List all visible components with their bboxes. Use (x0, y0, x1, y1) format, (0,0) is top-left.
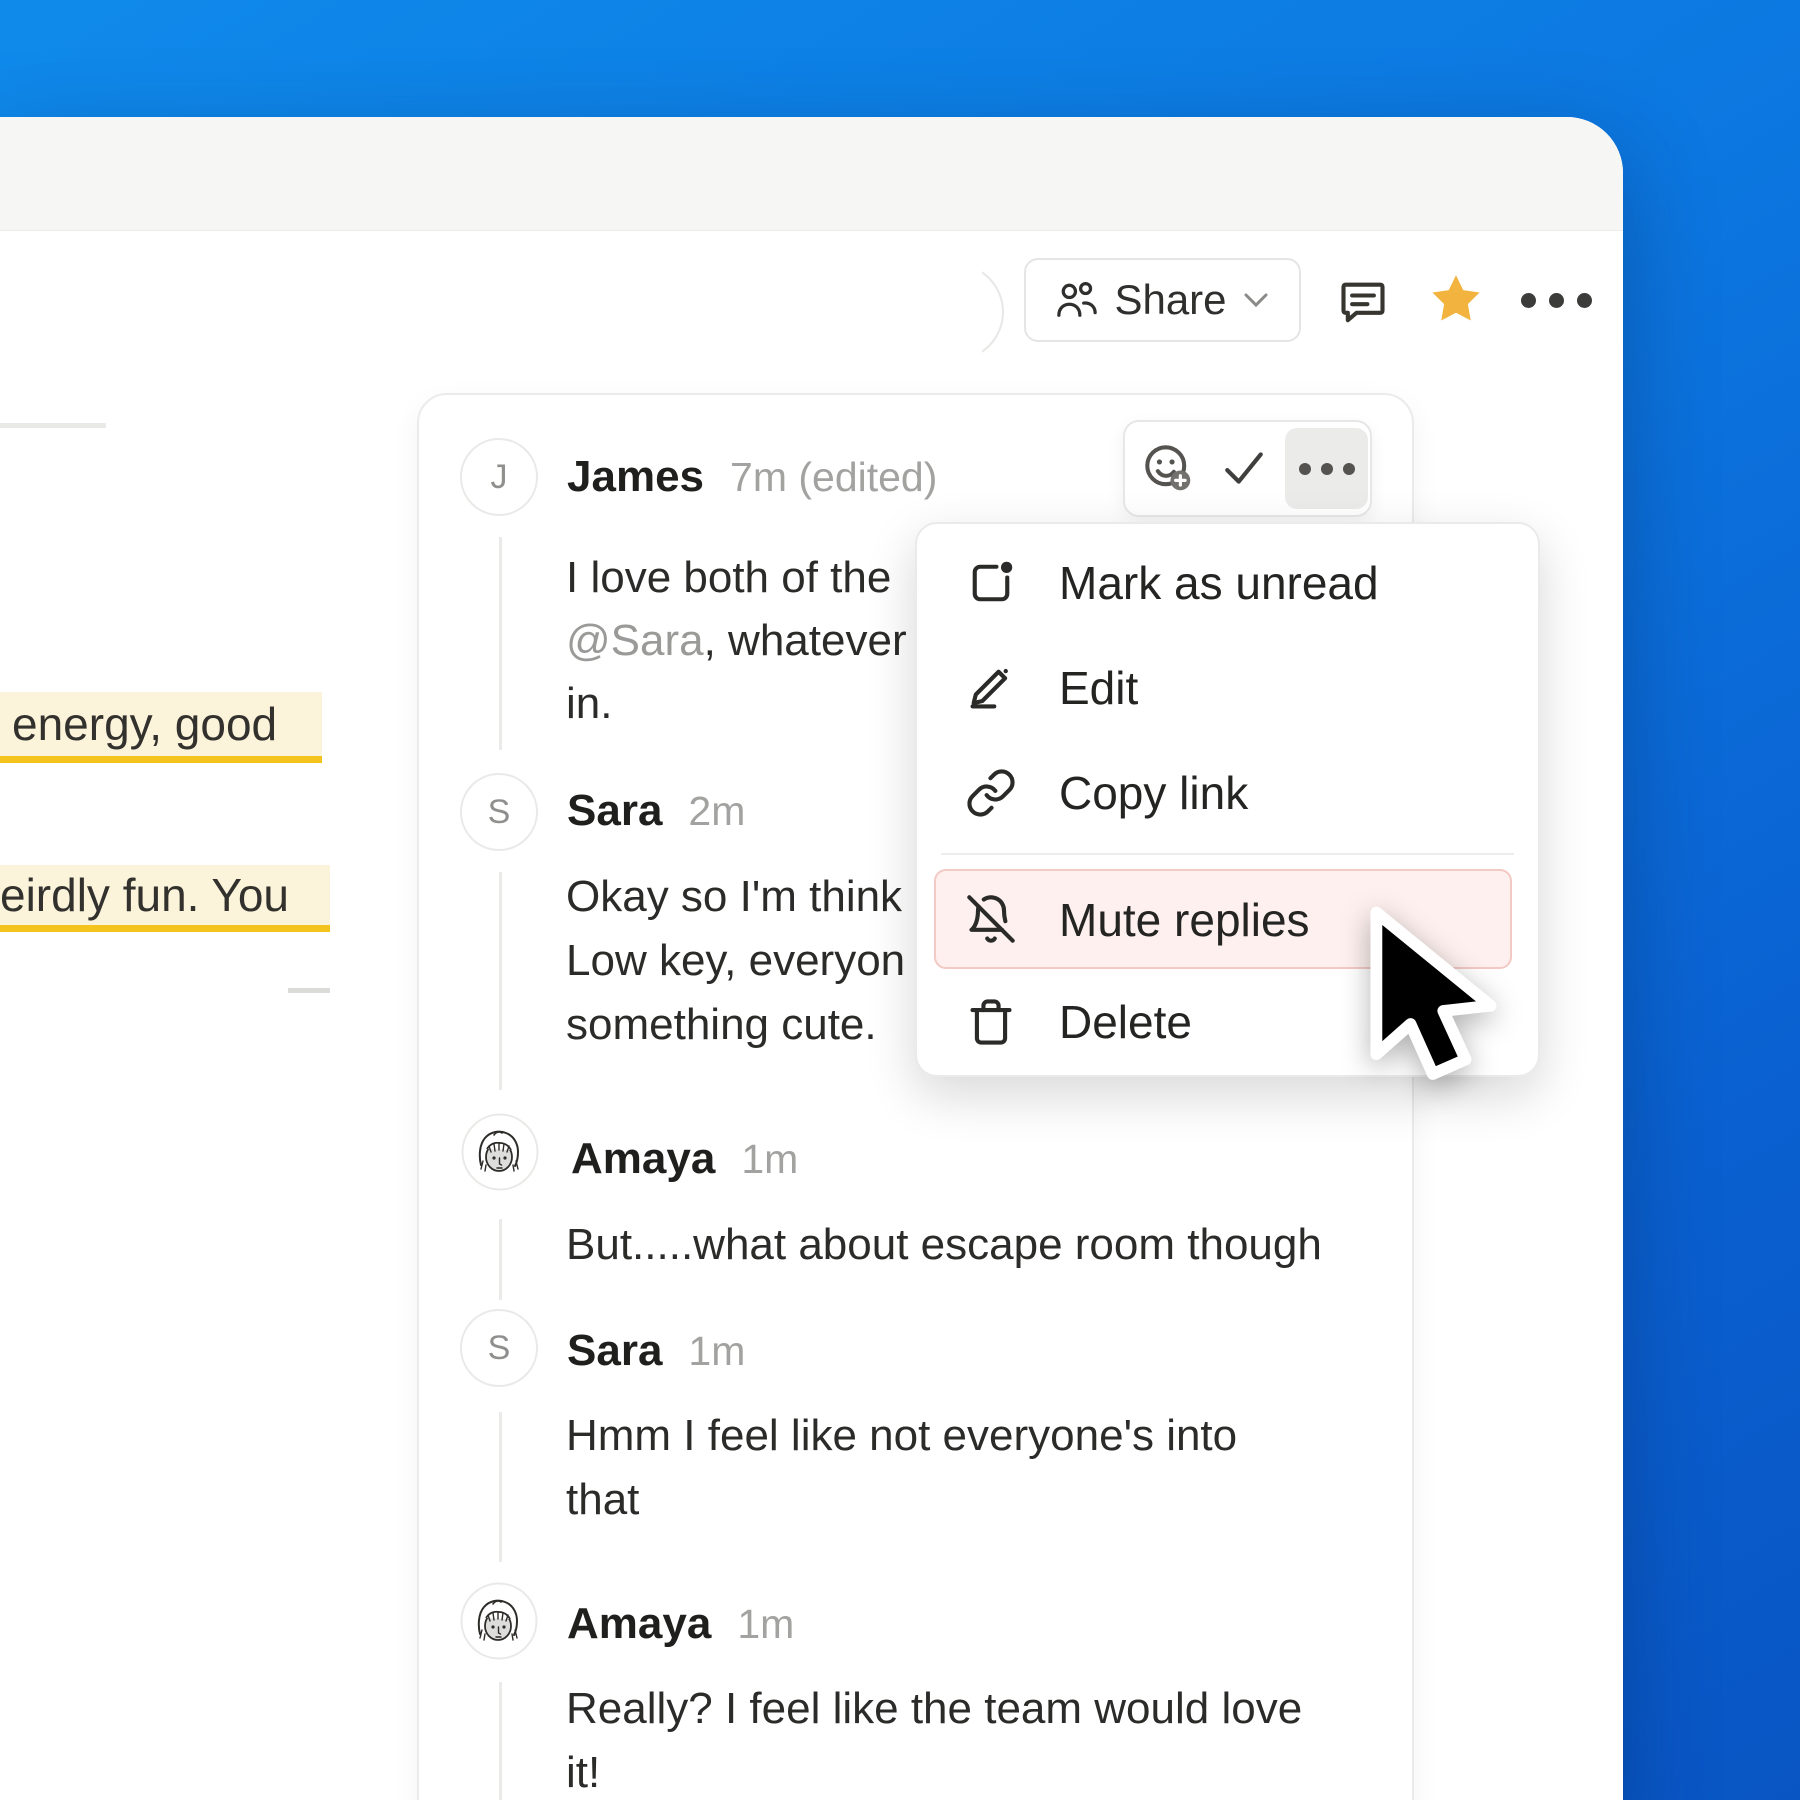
avatar-sara: S (460, 773, 538, 851)
link-icon (965, 767, 1017, 819)
highlighted-text-1: energy, good (0, 692, 322, 756)
resolve-comment-button[interactable] (1218, 444, 1270, 492)
avatar-crop-mask (860, 248, 982, 372)
comment-timestamp: 2m (688, 788, 745, 835)
menu-divider (941, 853, 1514, 855)
thread-line (499, 1219, 502, 1300)
comment-header-sara2: Sara 1m (567, 1326, 745, 1376)
people-icon (1054, 279, 1100, 321)
page-more-button[interactable] (1521, 293, 1592, 308)
comment-timestamp: 1m (737, 1601, 794, 1648)
comment-timestamp: 1m (688, 1328, 745, 1375)
comment-author: Amaya (571, 1134, 715, 1184)
comment-more-button[interactable] (1285, 428, 1368, 509)
highlight-underline-1 (0, 756, 322, 763)
resolve-check-icon (1218, 445, 1270, 491)
comment-body-amaya1: But.....what about escape room though (566, 1213, 1322, 1277)
chevron-down-icon (1241, 290, 1271, 310)
more-dots-icon (1521, 293, 1536, 308)
thread-line (499, 1412, 502, 1562)
comment-author: Amaya (567, 1599, 711, 1649)
highlight-underline-2 (0, 925, 330, 932)
trash-icon (965, 996, 1017, 1048)
thread-line (499, 1682, 502, 1800)
more-dots-icon (1299, 463, 1311, 475)
comment-body-amaya2: Really? I feel like the team would love … (566, 1677, 1302, 1800)
comments-toggle-button[interactable] (1337, 276, 1389, 328)
highlighted-text-2: eirdly fun. You (0, 865, 330, 925)
add-reaction-icon (1141, 441, 1195, 495)
mark-as-unread-icon (965, 557, 1017, 609)
comment-header-sara1: Sara 2m (567, 786, 745, 836)
avatar-amaya (460, 1582, 538, 1660)
menu-item-mark-as-unread[interactable]: Mark as unread (917, 530, 1538, 635)
amaya-portrait-icon (460, 1582, 538, 1660)
amaya-portrait-icon (461, 1113, 539, 1191)
comment-timestamp: 7m (edited) (730, 454, 937, 501)
bell-off-icon (965, 893, 1017, 945)
share-button-label: Share (1114, 276, 1226, 324)
comment-bubble-icon (1337, 276, 1389, 328)
comment-header-james: James 7m (edited) (567, 452, 937, 502)
favorite-button[interactable] (1428, 270, 1484, 328)
star-icon (1428, 271, 1484, 327)
comment-author: James (567, 452, 704, 502)
comment-body-sara1: Okay so I'm think Low key, everyon somet… (566, 865, 905, 1057)
doc-divider-line (0, 423, 106, 428)
mention-sara[interactable]: @Sara (566, 616, 704, 665)
avatar-amaya (461, 1113, 539, 1191)
avatar-james: J (460, 438, 538, 516)
edit-pencil-icon (965, 662, 1017, 714)
marketing-canvas: Share energy, good eirdly fun. You (0, 0, 1800, 1800)
menu-item-edit[interactable]: Edit (917, 635, 1538, 740)
comment-timestamp: 1m (741, 1136, 798, 1183)
thread-line (499, 537, 502, 750)
comment-header-amaya2: Amaya 1m (567, 1599, 794, 1649)
window-header (0, 117, 1623, 231)
comment-body-james: I love both of the @Sara, whatever in. (566, 546, 907, 735)
avatar-sara: S (460, 1309, 538, 1387)
comment-author: Sara (567, 786, 662, 836)
thread-line (499, 872, 502, 1090)
doc-dash-fragment (288, 988, 330, 993)
add-reaction-button[interactable] (1140, 440, 1196, 496)
cursor-arrow-icon (1362, 902, 1522, 1112)
menu-item-copy-link[interactable]: Copy link (917, 740, 1538, 845)
comment-author: Sara (567, 1326, 662, 1376)
comment-header-amaya1: Amaya 1m (571, 1134, 798, 1184)
comment-body-sara2: Hmm I feel like not everyone's into that (566, 1404, 1237, 1532)
mouse-cursor (1362, 902, 1522, 1112)
share-button[interactable]: Share (1024, 258, 1301, 342)
